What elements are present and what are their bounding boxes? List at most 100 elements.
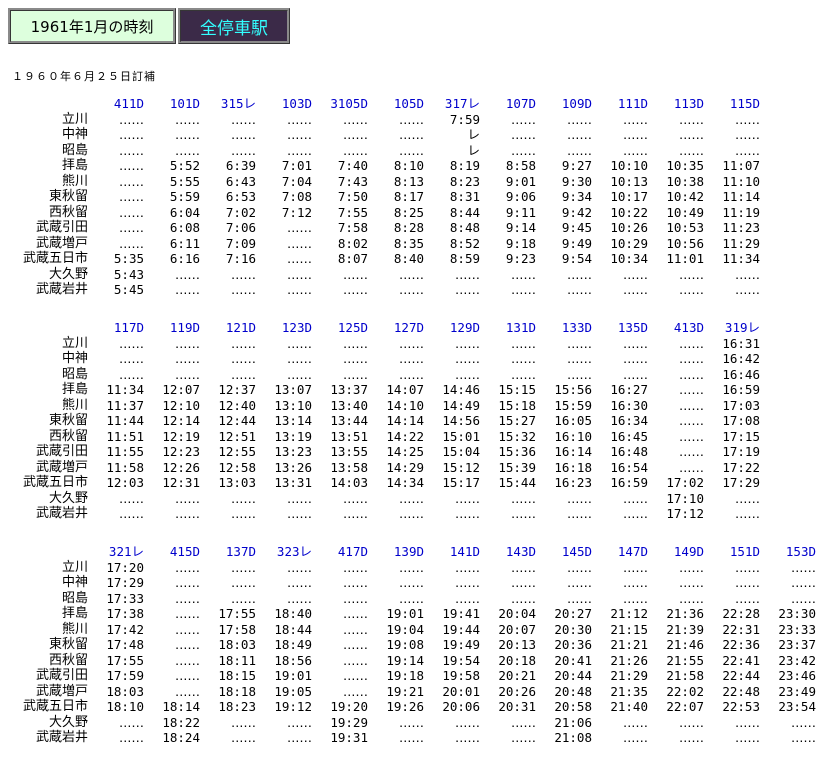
time-cell: 13:07 [274,382,312,397]
time-cell: ‥‥‥ [566,559,592,575]
time-cell: 8:31 [449,189,480,204]
time-cell: 8:17 [393,189,424,204]
time-cell: 17:58 [218,621,256,637]
time-cell: ‥‥‥ [398,266,424,282]
station-row: 武蔵五日市 12:03 12:31 13:03 13:31 14:03 14:34 15:17… [6,475,760,491]
time-cell: ‥‥‥ [118,173,144,189]
time-cell: 6:16 [169,251,200,266]
time-cell: ‥‥‥ [622,351,648,366]
time-cell: 8:23 [449,173,480,189]
time-cell: ‥‥‥ [454,266,480,282]
time-cell: ‥‥‥ [342,335,368,351]
time-cell: ‥‥‥ [510,559,536,575]
time-cell: 22:48 [722,683,760,699]
time-cell: ‥‥‥ [118,111,144,127]
station-row: 西秋留 11:51 12:19 12:51 13:19 13:51 14:22 15:01 15… [6,429,760,445]
time-cell: 8:52 [449,235,480,251]
time-cell: 18:23 [218,699,256,714]
time-cell: 18:24 [162,730,200,745]
train-number: 411D [113,96,144,111]
time-cell: ‥‥‥ [510,714,536,730]
time-cell: 6:39 [225,158,256,173]
time-cell: 20:07 [498,621,536,637]
time-cell: 17:19 [722,444,760,459]
time-cell: 16:05 [554,413,592,428]
time-cell: 21:21 [610,637,648,652]
time-cell: ‥‥‥ [342,590,368,606]
time-cell: 17:38 [106,606,144,621]
time-cell: ‥‥‥ [734,559,760,575]
time-cell: 11:58 [106,459,144,475]
time-cell: 6:04 [169,204,200,220]
time-cell: 5:45 [113,282,144,297]
time-cell: ‥‥‥ [174,559,200,575]
time-cell: 17:29 [722,475,760,490]
time-cell: ‥‥‥ [342,351,368,366]
time-cell: ‥‥‥ [174,506,200,521]
time-cell: 20:06 [442,699,480,714]
station-name: 西秋留 [48,652,88,668]
time-cell: 19:18 [386,668,424,683]
station-name: 立川 [61,111,88,127]
station-name: 武蔵五日市 [22,475,88,490]
all-stops-tag[interactable]: 全停車駅 [178,8,290,44]
time-cell: 8:35 [393,235,424,251]
time-cell: ‥‥‥ [230,730,256,745]
time-cell: 8:13 [393,173,424,189]
train-number: 151D [729,544,760,559]
time-cell: ‥‥‥ [566,490,592,506]
time-cell: ‥‥‥ [678,335,704,351]
time-cell: ‥‥‥ [342,142,368,158]
time-cell: 19:01 [386,606,424,621]
time-cell: ‥‥‥ [790,590,816,606]
time-cell: 8:58 [505,158,536,173]
time-cell: 17:10 [666,490,704,506]
time-cell: 19:26 [386,699,424,714]
time-cell: 7:16 [225,251,256,266]
time-cell: 15:59 [554,397,592,413]
time-cell: 13:23 [274,444,312,459]
time-cell: 12:31 [162,475,200,490]
time-cell: 7:04 [281,173,312,189]
time-cell: 14:25 [386,444,424,459]
time-cell: ‥‥‥ [734,282,760,297]
station-row: 立川 17:20 ‥‥‥ ‥‥‥ ‥‥‥ ‥‥‥ ‥‥‥ ‥‥‥ ‥‥‥ ‥‥‥ ‥‥‥ ‥‥‥ ‥‥‥… [6,560,816,576]
time-cell: ‥‥‥ [230,266,256,282]
time-cell: 16:18 [554,459,592,475]
time-cell: ‥‥‥ [118,506,144,521]
time-cell: 14:56 [442,413,480,428]
time-cell: ‥‥‥ [118,335,144,351]
train-number-row: 411D 101D 315レ 103D 3105D 105D 317レ 107D 109D 111… [6,96,760,112]
train-number: 321レ [108,544,144,559]
time-cell: ‥‥‥ [342,668,368,683]
time-cell: ‥‥‥ [286,351,312,366]
time-cell: 9:14 [505,220,536,235]
time-cell: ‥‥‥ [454,335,480,351]
time-cell: 10:17 [610,189,648,204]
time-cell: 12:58 [218,459,256,475]
train-number: 153D [785,544,816,559]
time-cell: 16:48 [610,444,648,459]
time-cell: ‥‥‥ [622,730,648,745]
time-cell: 10:34 [610,251,648,266]
time-cell: 15:32 [498,428,536,444]
time-cell: ‥‥‥ [678,351,704,366]
time-cell: ‥‥‥ [510,730,536,745]
station-row: 東秋留 ‥‥‥ 5:59 6:53 7:08 7:50 8:17 8:31 9:06 9:34 10… [6,189,760,205]
time-cell: ‥‥‥ [678,559,704,575]
time-cell: ‥‥‥ [286,714,312,730]
time-cell: ‥‥‥ [286,575,312,590]
time-cell: 5:35 [113,251,144,266]
train-number: 145D [561,544,592,559]
station-name: 中神 [61,351,88,366]
time-cell: 7:59 [449,111,480,127]
time-cell: ‥‥‥ [622,490,648,506]
time-cell: 8:02 [337,235,368,251]
time-cell: 8:40 [393,251,424,266]
station-name: 武蔵岩井 [35,506,88,521]
time-cell: ‥‥‥ [286,251,312,266]
time-cell: 6:11 [169,235,200,251]
train-number: 119D [169,320,200,335]
time-cell: 8:28 [393,220,424,235]
time-cell: 13:51 [330,428,368,444]
